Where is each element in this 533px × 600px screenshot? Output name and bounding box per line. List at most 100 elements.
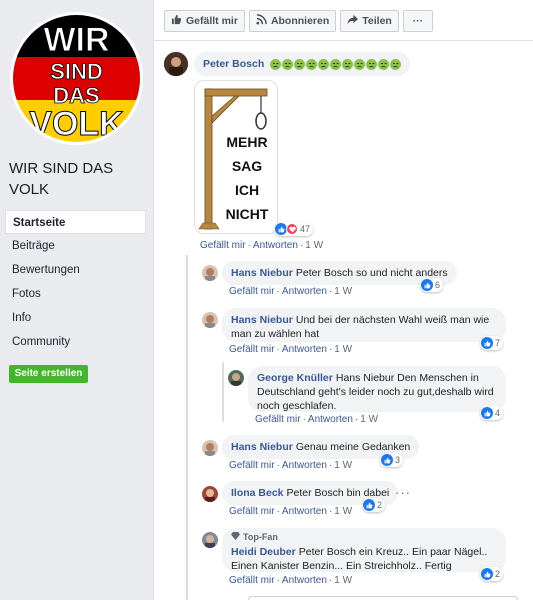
reply-author[interactable]: Hans Niebur bbox=[231, 267, 293, 279]
nav-item-fotos[interactable]: Fotos bbox=[5, 282, 146, 306]
reply-actions: Gefällt mir · Antworten · 1 W bbox=[229, 575, 353, 586]
sick-face-icon bbox=[378, 58, 390, 70]
image-caption: ICH bbox=[235, 182, 259, 198]
reaction-summary[interactable]: 2 bbox=[480, 567, 504, 581]
follow-button[interactable]: Abonnieren bbox=[248, 10, 337, 32]
page-profile-picture[interactable]: WIR SIND DAS VOLK bbox=[10, 12, 143, 145]
thumbs-up-icon bbox=[171, 14, 182, 28]
image-caption: MEHR bbox=[226, 134, 267, 150]
reaction-summary[interactable]: 2 bbox=[362, 498, 386, 512]
divider bbox=[154, 40, 533, 41]
share-label: Teilen bbox=[362, 15, 392, 27]
comment-actions: Gefällt mir · Antworten · 1 W bbox=[200, 240, 324, 251]
page-name[interactable]: WIR SIND DAS VOLK bbox=[9, 158, 149, 200]
reply-time[interactable]: 1 W bbox=[360, 414, 378, 425]
share-arrow-icon bbox=[347, 14, 359, 28]
rss-icon bbox=[256, 14, 267, 28]
sick-face-icon bbox=[318, 58, 330, 70]
sick-face-icon bbox=[342, 58, 354, 70]
reply-author[interactable]: George Knüller bbox=[257, 372, 333, 384]
page-nav: Startseite Beiträge Bewertungen Fotos In… bbox=[5, 210, 146, 354]
reply-time[interactable]: 1 W bbox=[334, 286, 352, 297]
reaction-summary[interactable]: 47 bbox=[274, 222, 314, 236]
like-link[interactable]: Gefällt mir bbox=[229, 460, 275, 471]
like-page-label: Gefällt mir bbox=[186, 15, 238, 27]
reply-time[interactable]: 1 W bbox=[334, 506, 352, 517]
sick-face-icon bbox=[330, 58, 342, 70]
avatar-ilona-beck[interactable] bbox=[202, 486, 218, 502]
image-caption: NICHT bbox=[226, 206, 269, 222]
sick-face-icon bbox=[354, 58, 366, 70]
follow-label: Abonnieren bbox=[270, 15, 330, 27]
like-link[interactable]: Gefällt mir bbox=[255, 414, 301, 425]
sick-face-icon bbox=[306, 58, 318, 70]
avatar-heidi-deuber[interactable] bbox=[202, 532, 218, 548]
reply-actions: Gefällt mir · Antworten · 1 W bbox=[229, 506, 353, 517]
reply-time[interactable]: 1 W bbox=[334, 575, 352, 586]
like-link[interactable]: Gefällt mir bbox=[229, 506, 275, 517]
reply-author[interactable]: Heidi Deuber bbox=[231, 546, 296, 558]
reply-thread-line bbox=[186, 255, 188, 600]
reply-link[interactable]: Antworten bbox=[282, 575, 327, 586]
avatar-peter-bosch[interactable] bbox=[164, 52, 188, 76]
reaction-summary[interactable]: 6 bbox=[420, 278, 444, 292]
avatar-hans-niebur[interactable] bbox=[202, 440, 218, 456]
top-fan-badge: Top-Fan bbox=[231, 530, 497, 544]
like-reaction-icon bbox=[363, 499, 375, 511]
love-reaction-icon bbox=[286, 223, 298, 235]
create-page-button[interactable]: Seite erstellen bbox=[9, 365, 88, 383]
reaction-summary[interactable]: 3 bbox=[380, 453, 404, 467]
share-button[interactable]: Teilen bbox=[340, 10, 399, 32]
reply-link[interactable]: Antworten bbox=[253, 240, 298, 251]
reaction-count: 6 bbox=[435, 280, 441, 290]
reaction-summary[interactable]: 7 bbox=[480, 336, 504, 350]
logo-word: VOLK bbox=[29, 105, 124, 142]
avatar-hans-niebur[interactable] bbox=[202, 265, 218, 281]
reply-link[interactable]: Antworten bbox=[282, 506, 327, 517]
more-options-button[interactable]: ··· bbox=[402, 10, 433, 32]
reply-actions: Gefällt mir · Antworten · 1 W bbox=[229, 286, 353, 297]
nav-item-beitraege[interactable]: Beiträge bbox=[5, 234, 146, 258]
reply-author[interactable]: Ilona Beck bbox=[231, 487, 284, 499]
sick-face-icon bbox=[294, 58, 306, 70]
sick-face-icon bbox=[282, 58, 294, 70]
reaction-count: 47 bbox=[300, 224, 311, 234]
like-link[interactable]: Gefällt mir bbox=[229, 344, 275, 355]
like-link[interactable]: Gefällt mir bbox=[200, 240, 246, 251]
main-content: Gefällt mir Abonnieren Teilen ··· Peter … bbox=[153, 0, 533, 600]
like-link[interactable]: Gefällt mir bbox=[229, 286, 275, 297]
reaction-count: 4 bbox=[495, 408, 501, 418]
reply-time[interactable]: 1 W bbox=[334, 344, 352, 355]
reply-link[interactable]: Antworten bbox=[282, 344, 327, 355]
nav-item-bewertungen[interactable]: Bewertungen bbox=[5, 258, 146, 282]
like-reaction-icon bbox=[481, 407, 493, 419]
comment-time[interactable]: 1 W bbox=[305, 240, 323, 251]
reply-text: Genau meine Gedanken bbox=[295, 441, 411, 453]
reply-bubble: George Knüller Hans Niebur Den Menschen i… bbox=[248, 366, 506, 412]
reply-link[interactable]: Antworten bbox=[282, 286, 327, 297]
sick-face-icon bbox=[270, 58, 282, 70]
comment-author[interactable]: Peter Bosch bbox=[203, 58, 264, 70]
nav-item-info[interactable]: Info bbox=[5, 306, 146, 330]
reaction-summary[interactable]: 4 bbox=[480, 406, 504, 420]
image-caption: SAG bbox=[232, 158, 262, 174]
avatar-george-knueller[interactable] bbox=[228, 370, 244, 386]
reply-link[interactable]: Antworten bbox=[308, 414, 353, 425]
avatar-hans-niebur[interactable] bbox=[202, 312, 218, 328]
nav-item-community[interactable]: Community bbox=[5, 330, 146, 354]
comment-image[interactable]: MEHR SAG ICH NICHT bbox=[194, 80, 278, 234]
like-reaction-icon bbox=[421, 279, 433, 291]
comment-options-icon[interactable]: ··· bbox=[395, 485, 411, 500]
reaction-count: 2 bbox=[377, 500, 383, 510]
reply-actions: Gefällt mir · Antworten · 1 W bbox=[229, 344, 353, 355]
diamond-icon bbox=[231, 530, 240, 544]
nav-item-startseite[interactable]: Startseite bbox=[5, 210, 146, 234]
like-page-button[interactable]: Gefällt mir bbox=[164, 10, 245, 32]
like-link[interactable]: Gefällt mir bbox=[229, 575, 275, 586]
reply-time[interactable]: 1 W bbox=[334, 460, 352, 471]
reply-link[interactable]: Antworten bbox=[282, 460, 327, 471]
next-comment-edge bbox=[248, 596, 518, 600]
reply-author[interactable]: Hans Niebur bbox=[231, 314, 293, 326]
reply-author[interactable]: Hans Niebur bbox=[231, 441, 293, 453]
sick-emoji-row bbox=[270, 58, 402, 70]
